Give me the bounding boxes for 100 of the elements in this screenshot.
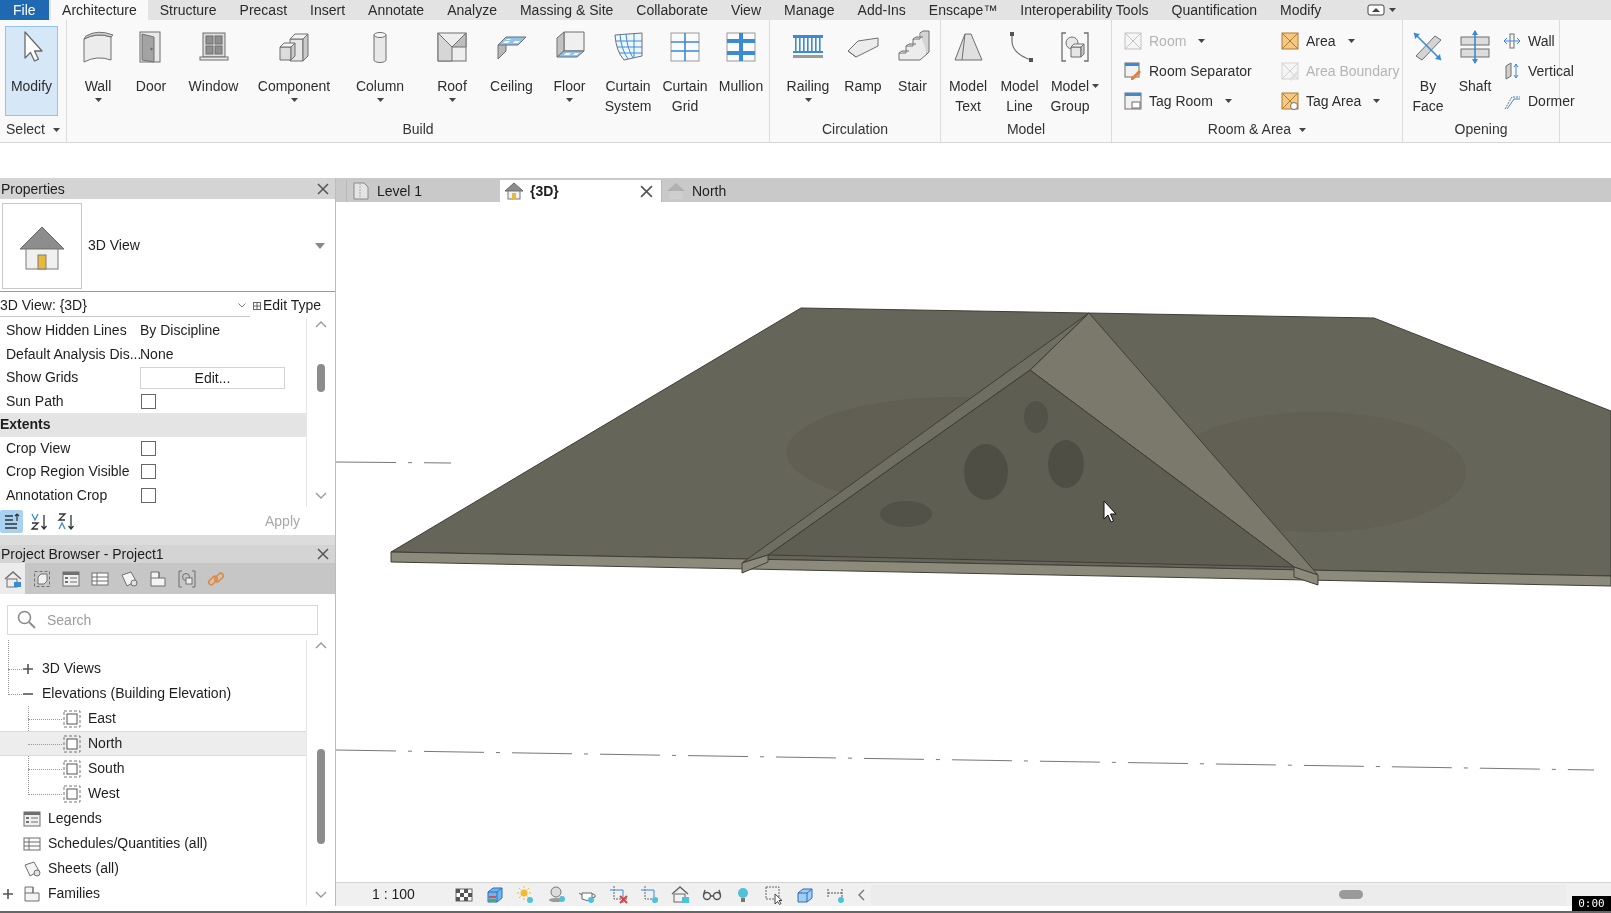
legend-icon bbox=[60, 568, 81, 589]
view-scale[interactable]: 1 : 100 bbox=[372, 884, 415, 905]
cube-icon[interactable] bbox=[484, 884, 505, 905]
scroll-down-icon[interactable] bbox=[315, 492, 327, 499]
ribbon-tab[interactable]: Insert bbox=[298, 0, 357, 20]
property-value[interactable]: None bbox=[140, 343, 174, 365]
house-icon bbox=[504, 181, 524, 201]
select-box-icon[interactable] bbox=[763, 884, 784, 905]
tool-button[interactable]: Curtain Grid bbox=[657, 26, 713, 117]
tool-button[interactable]: Modify bbox=[5, 26, 58, 116]
tool-button[interactable]: Ceiling bbox=[483, 26, 540, 116]
tool-button[interactable]: Tag Area bbox=[1277, 86, 1384, 116]
plus-icon[interactable] bbox=[3, 888, 13, 899]
property-group-header[interactable]: Extents bbox=[0, 413, 306, 437]
browser-filter-tab[interactable] bbox=[0, 563, 25, 594]
tool-button[interactable]: Model Group bbox=[1046, 26, 1104, 117]
edit-type-button[interactable]: Edit Type bbox=[253, 295, 322, 316]
instance-dropdown[interactable]: 3D View: {3D} bbox=[0, 294, 250, 317]
tree-item[interactable]: Legends bbox=[0, 806, 306, 831]
scrollbar-thumb[interactable] bbox=[317, 749, 325, 844]
ribbon-tab[interactable]: Massing & Site bbox=[508, 0, 625, 20]
floor-plan-icon bbox=[351, 181, 371, 201]
property-name: Default Analysis Dis... bbox=[5, 344, 140, 364]
scroll-up-icon[interactable] bbox=[315, 321, 327, 328]
scroll-left-icon[interactable] bbox=[857, 888, 865, 901]
ribbon-tab[interactable]: Enscape™ bbox=[917, 0, 1009, 20]
tree-item[interactable]: Elevations (Building Elevation) bbox=[0, 681, 306, 706]
tool-button[interactable]: Curtain System bbox=[599, 26, 657, 117]
panel-title: Properties bbox=[0, 181, 65, 196]
close-icon[interactable] bbox=[317, 182, 329, 195]
house-icon bbox=[2, 568, 23, 589]
ribbon-tab[interactable]: Analyze bbox=[435, 0, 509, 20]
tool-button[interactable]: Stair bbox=[889, 26, 936, 116]
tool-button[interactable]: Room Separator bbox=[1120, 56, 1255, 86]
tool-button[interactable]: Floor bbox=[540, 26, 599, 116]
ribbon-tab[interactable]: Architecture bbox=[50, 0, 149, 20]
ribbon-tab[interactable]: Add-Ins bbox=[846, 0, 918, 20]
file-menu-button[interactable]: File bbox=[0, 0, 49, 20]
tool-button[interactable]: Dormer bbox=[1499, 86, 1578, 116]
ribbon-tab[interactable]: Quantification bbox=[1160, 0, 1269, 20]
house-icon[interactable] bbox=[670, 884, 691, 905]
crop-off-icon[interactable] bbox=[608, 884, 629, 905]
sphere-shadow-icon[interactable] bbox=[546, 884, 567, 905]
checkbox[interactable] bbox=[141, 393, 156, 409]
tool-button[interactable]: Shaft bbox=[1451, 26, 1499, 116]
tool-button[interactable]: Roof bbox=[421, 26, 483, 116]
crop-icon[interactable] bbox=[639, 884, 660, 905]
close-tab-icon[interactable] bbox=[640, 184, 653, 198]
tree-item[interactable]: Families bbox=[0, 881, 306, 906]
scroll-down-icon[interactable] bbox=[315, 891, 327, 898]
plus-icon[interactable] bbox=[23, 663, 33, 674]
roof-model[interactable] bbox=[390, 307, 1611, 587]
tool-button[interactable]: Wall bbox=[72, 26, 124, 116]
sort-button[interactable] bbox=[0, 509, 23, 533]
ribbon-tab[interactable]: View bbox=[719, 0, 773, 20]
tool-button[interactable]: Railing bbox=[779, 26, 837, 116]
tool-button[interactable]: Model Line bbox=[993, 26, 1046, 117]
search-field[interactable]: Search bbox=[7, 605, 318, 635]
edit-button[interactable]: Edit... bbox=[140, 366, 285, 389]
group-menu-button[interactable]: Select bbox=[4, 119, 62, 141]
tree-item[interactable]: West bbox=[0, 781, 306, 806]
ribbon-tab[interactable]: Interoperability Tools bbox=[1008, 0, 1160, 20]
close-icon[interactable] bbox=[317, 548, 329, 560]
tree-item[interactable]: South bbox=[0, 756, 306, 781]
horizontal-scrollbar[interactable] bbox=[870, 884, 1566, 905]
ribbon-tab[interactable]: Modify bbox=[1268, 0, 1333, 20]
ribbon-tab[interactable]: Manage bbox=[772, 0, 847, 20]
property-value[interactable]: By Discipline bbox=[140, 320, 221, 342]
scrollbar-thumb[interactable] bbox=[1338, 890, 1363, 899]
tool-button[interactable]: Component bbox=[249, 26, 339, 116]
tree-item[interactable]: Sheets (all) bbox=[0, 856, 306, 881]
tool-button[interactable]: Window bbox=[178, 26, 249, 116]
checkbox[interactable] bbox=[141, 487, 156, 503]
tool-button[interactable]: By Face bbox=[1405, 26, 1451, 117]
ribbon-tab[interactable]: Structure bbox=[148, 0, 229, 20]
tool-button[interactable]: Ramp bbox=[837, 26, 889, 116]
tool-button[interactable]: Model Text bbox=[943, 26, 993, 117]
ribbon-tab[interactable]: Precast bbox=[228, 0, 299, 20]
tool-button[interactable]: Mullion bbox=[713, 26, 769, 116]
tool-button[interactable]: Column bbox=[339, 26, 421, 116]
tree-item[interactable]: 3D Views bbox=[0, 656, 306, 681]
caret-icon bbox=[1373, 99, 1381, 103]
tree-item[interactable]: Schedules/Quantities (all) bbox=[0, 831, 306, 856]
document-tab[interactable]: {3D} bbox=[500, 180, 661, 202]
type-selector[interactable]: 3D View bbox=[0, 200, 335, 292]
scroll-up-icon[interactable] bbox=[315, 642, 327, 649]
tool-button[interactable]: Area bbox=[1277, 26, 1358, 56]
tool-button[interactable]: Vertical bbox=[1499, 56, 1577, 86]
checkbox[interactable] bbox=[141, 440, 156, 456]
checkbox[interactable] bbox=[141, 464, 156, 480]
tree-item[interactable]: North bbox=[0, 731, 306, 756]
tool-button[interactable]: Door bbox=[124, 26, 178, 116]
tool-button[interactable]: Tag Room bbox=[1120, 86, 1235, 116]
ribbon-tab[interactable]: Annotate bbox=[356, 0, 436, 20]
property-name: Crop View bbox=[5, 438, 72, 458]
tree-item[interactable]: East bbox=[0, 706, 306, 731]
tool-button[interactable]: Wall bbox=[1499, 26, 1558, 56]
ribbon-tab[interactable]: Collaborate bbox=[624, 0, 720, 20]
group-menu-button[interactable]: Room & Area bbox=[1205, 119, 1309, 141]
scrollbar-thumb[interactable] bbox=[317, 364, 325, 392]
